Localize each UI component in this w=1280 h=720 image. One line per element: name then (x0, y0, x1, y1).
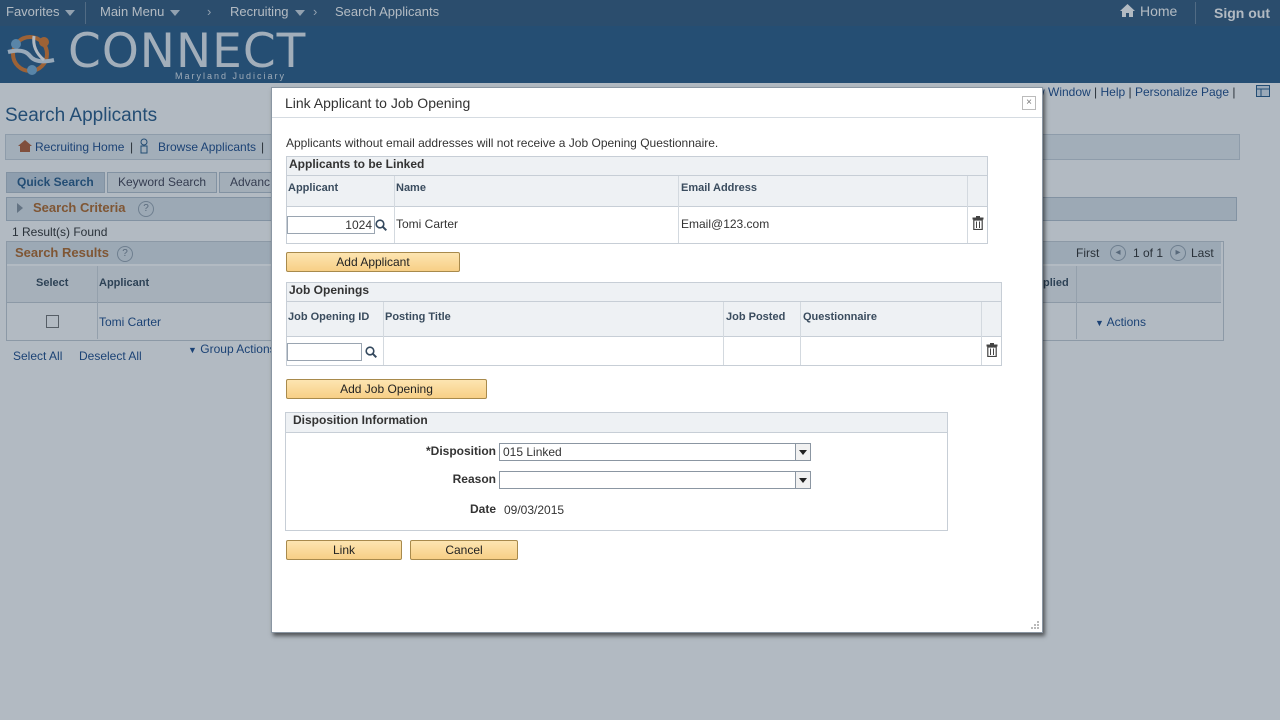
cancel-button[interactable]: Cancel (410, 540, 518, 560)
trash-icon[interactable] (986, 343, 998, 357)
add-applicant-button[interactable]: Add Applicant (286, 252, 460, 272)
column-email-address: Email Address (681, 182, 758, 194)
date-label: Date (469, 502, 496, 516)
link-applicant-modal: Link Applicant to Job Opening × Applican… (271, 87, 1043, 633)
job-opening-id-input[interactable] (287, 343, 362, 361)
divider (967, 176, 968, 243)
email-notice: Applicants without email addresses will … (286, 136, 719, 150)
column-questionnaire: Questionnaire (803, 311, 877, 323)
divider (723, 302, 724, 365)
lookup-icon[interactable] (365, 346, 377, 358)
divider (394, 176, 395, 243)
date-value: 09/03/2015 (504, 503, 565, 517)
reason-select[interactable] (499, 471, 811, 489)
column-job-posted: Job Posted (726, 311, 786, 323)
reason-label: Reason (452, 472, 496, 486)
column-job-opening-id: Job Opening ID (288, 311, 370, 323)
divider (272, 117, 1042, 118)
divider (800, 302, 801, 365)
disposition-select[interactable]: 015 Linked (499, 443, 811, 461)
divider (678, 176, 679, 243)
close-icon[interactable]: × (1022, 96, 1036, 110)
disposition-label: *Disposition (425, 444, 496, 458)
lookup-icon[interactable] (375, 219, 387, 231)
disposition-section-title: Disposition Information (293, 413, 428, 427)
resize-handle-icon[interactable] (1030, 620, 1040, 630)
trash-icon[interactable] (972, 216, 984, 230)
add-job-opening-button[interactable]: Add Job Opening (286, 379, 487, 399)
divider (981, 302, 982, 365)
divider (383, 302, 384, 365)
modal-title: Link Applicant to Job Opening (285, 95, 471, 111)
column-posting-title: Posting Title (385, 311, 451, 323)
job-openings-section-title: Job Openings (289, 283, 370, 297)
applicants-header-row (287, 176, 987, 207)
applicant-email: Email@123.com (681, 217, 770, 231)
reason-value (500, 473, 503, 487)
applicant-id-input[interactable]: 1024 (287, 216, 375, 234)
applicants-section-title: Applicants to be Linked (289, 157, 425, 171)
dropdown-arrow-icon[interactable] (795, 444, 810, 460)
disposition-value: 015 Linked (503, 445, 562, 459)
link-button[interactable]: Link (286, 540, 402, 560)
job-openings-caption (287, 283, 1001, 302)
dropdown-arrow-icon[interactable] (795, 472, 810, 488)
applicant-name: Tomi Carter (396, 217, 459, 231)
column-name: Name (396, 182, 426, 194)
column-applicant: Applicant (288, 182, 339, 194)
